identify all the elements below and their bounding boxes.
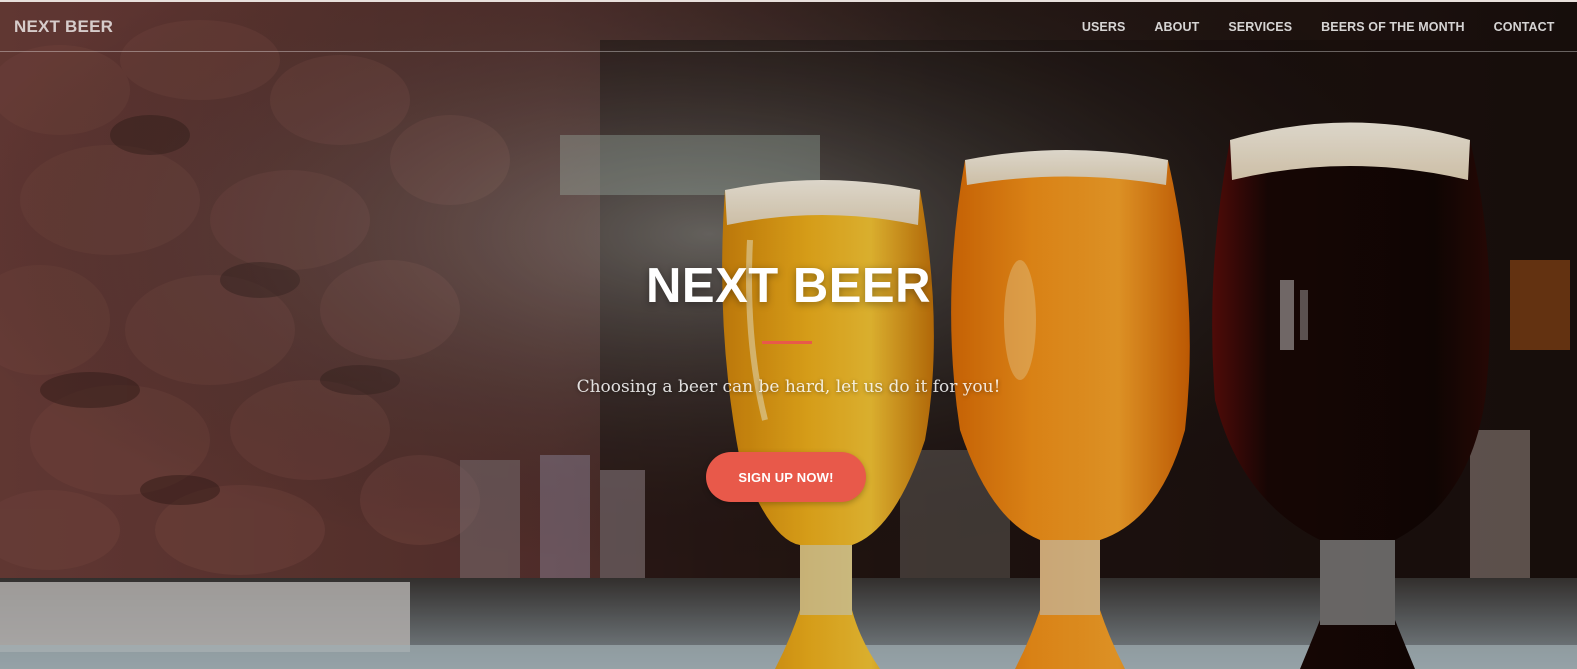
hero-section: NEXT BEER USERS ABOUT SERVICES BEERS OF … [0,0,1577,669]
nav-link-contact[interactable]: CONTACT [1479,20,1569,34]
nav-link-users[interactable]: USERS [1067,20,1140,34]
nav-links: USERS ABOUT SERVICES BEERS OF THE MONTH … [1067,20,1569,34]
hero-divider [762,341,812,344]
brand-logo-link[interactable]: NEXT BEER [14,17,113,37]
nav-link-services[interactable]: SERVICES [1214,20,1307,34]
top-navbar: NEXT BEER USERS ABOUT SERVICES BEERS OF … [0,0,1577,52]
hero-content: NEXT BEER Choosing a beer can be hard, l… [0,0,1577,669]
hero-subtitle: Choosing a beer can be hard, let us do i… [576,377,1001,397]
hero-title: NEXT BEER [646,259,931,313]
nav-link-beers-of-the-month[interactable]: BEERS OF THE MONTH [1307,20,1479,34]
nav-link-about[interactable]: ABOUT [1140,20,1214,34]
sign-up-button[interactable]: SIGN UP NOW! [706,452,866,502]
